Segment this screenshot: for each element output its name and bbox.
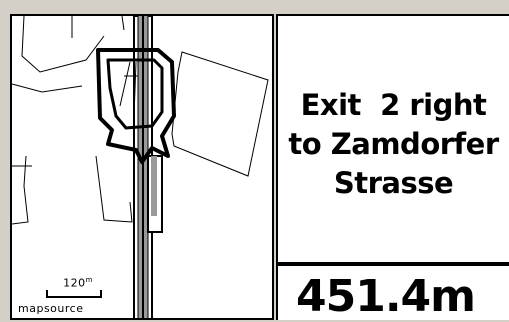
distance-to-turn: 451.4m [296, 271, 476, 322]
street-outline [12, 83, 83, 93]
building-outline [171, 51, 269, 177]
offramp-road [147, 155, 163, 233]
scale-unit: m [85, 276, 93, 284]
street-outline [95, 155, 133, 223]
distance-panel: 451.4m [276, 262, 509, 322]
map-canvas [12, 16, 269, 318]
map-source-label: mapsource [18, 302, 84, 315]
map-view[interactable]: 120m mapsource [10, 14, 274, 320]
scale-value: 120 [63, 276, 86, 290]
scale-label: 120m [58, 276, 98, 290]
street-outline [21, 16, 105, 73]
scale-bar [46, 290, 102, 298]
instruction-line-2: to Zamdorfer [288, 127, 499, 161]
instruction-line-3: Strasse [333, 166, 454, 200]
street-outline [121, 16, 125, 31]
turn-instruction: Exit 2 right to Zamdorfer Strasse [278, 86, 509, 203]
navigation-screen: 120m mapsource Exit 2 right to Zamdorfer… [0, 0, 509, 322]
instruction-line-1: Exit 2 right [300, 88, 487, 122]
guidance-panel: Exit 2 right to Zamdorfer Strasse [276, 14, 509, 264]
